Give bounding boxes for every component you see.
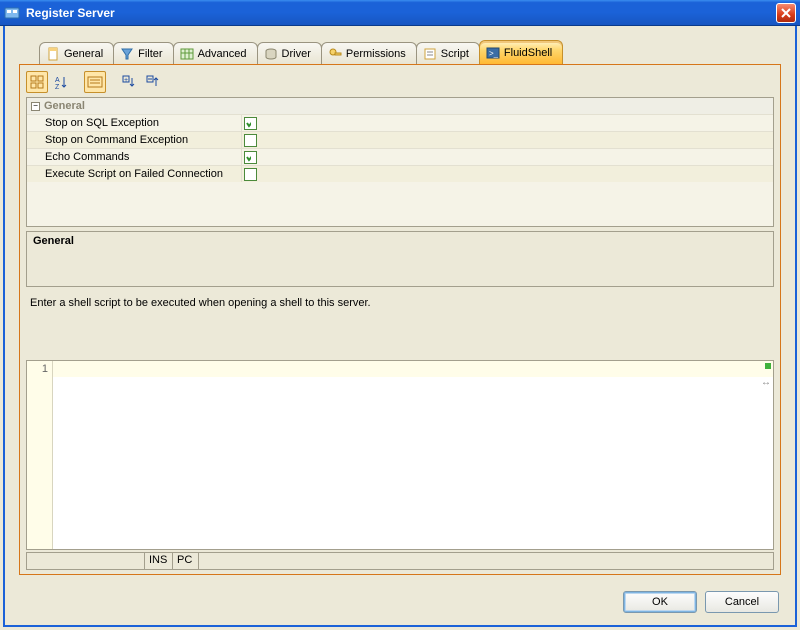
close-button[interactable] xyxy=(776,3,796,23)
tab-general[interactable]: General xyxy=(39,42,114,64)
property-label: Execute Script on Failed Connection xyxy=(27,168,241,180)
editor-statusbar: INS PC xyxy=(26,552,774,570)
collapse-all-button[interactable] xyxy=(142,71,164,93)
cancel-button[interactable]: Cancel xyxy=(705,591,779,613)
checkbox[interactable] xyxy=(244,168,257,181)
show-description-button[interactable] xyxy=(84,71,106,93)
title-bar: Register Server xyxy=(0,0,800,26)
collapse-toggle-icon[interactable]: − xyxy=(31,102,40,111)
sort-az-button[interactable]: AZ xyxy=(50,71,72,93)
svg-text:A: A xyxy=(55,77,60,84)
tab-label: Filter xyxy=(138,48,162,60)
property-row: Execute Script on Failed Connection xyxy=(27,165,773,182)
tab-content: AZ + − General Stop on SQL Exception xyxy=(19,64,781,575)
tab-label: FluidShell xyxy=(504,47,552,59)
status-position xyxy=(27,553,145,569)
button-label: Cancel xyxy=(725,596,759,608)
hint-text: Enter a shell script to be executed when… xyxy=(30,297,774,309)
tab-driver[interactable]: Driver xyxy=(257,42,322,64)
code-area[interactable]: ↔ xyxy=(53,361,773,549)
tab-label: General xyxy=(64,48,103,60)
dialog-buttons: OK Cancel xyxy=(623,591,779,613)
section-title: General xyxy=(44,100,85,112)
svg-text:Z: Z xyxy=(55,84,60,89)
tab-strip: General Filter Advanced Driver Permissio… xyxy=(5,26,795,64)
property-toolbar: AZ + xyxy=(20,65,780,97)
property-row: Echo Commands xyxy=(27,148,773,165)
app-icon xyxy=(4,5,20,21)
line-gutter: 1 xyxy=(27,361,53,549)
tab-advanced[interactable]: Advanced xyxy=(173,42,258,64)
tab-label: Driver xyxy=(282,48,311,60)
script-icon xyxy=(423,47,437,61)
tab-label: Script xyxy=(441,48,469,60)
tab-label: Advanced xyxy=(198,48,247,60)
checkbox[interactable] xyxy=(244,117,257,130)
property-label: Stop on SQL Exception xyxy=(27,117,241,129)
grid-icon xyxy=(180,47,194,61)
categorized-view-button[interactable] xyxy=(26,71,48,93)
window-title: Register Server xyxy=(26,6,776,20)
property-row: Stop on SQL Exception xyxy=(27,114,773,131)
status-spacer xyxy=(199,553,773,569)
checkbox[interactable] xyxy=(244,134,257,147)
property-grid: − General Stop on SQL Exception Stop on … xyxy=(26,97,774,227)
tab-label: Permissions xyxy=(346,48,406,60)
client-area: General Filter Advanced Driver Permissio… xyxy=(3,26,797,627)
database-icon xyxy=(264,47,278,61)
tab-permissions[interactable]: Permissions xyxy=(321,42,417,64)
status-encoding: PC xyxy=(173,553,199,569)
tab-filter[interactable]: Filter xyxy=(113,42,173,64)
property-section-header[interactable]: − General xyxy=(27,98,773,114)
current-line-highlight xyxy=(53,361,773,377)
ok-button[interactable]: OK xyxy=(623,591,697,613)
filter-icon xyxy=(120,47,134,61)
document-icon xyxy=(46,47,60,61)
property-label: Echo Commands xyxy=(27,151,241,163)
svg-text:+: + xyxy=(124,77,128,84)
margin-indicator-icon xyxy=(765,363,771,369)
key-icon xyxy=(328,47,342,61)
expand-all-button[interactable]: + xyxy=(118,71,140,93)
tab-script[interactable]: Script xyxy=(416,42,480,64)
button-label: OK xyxy=(652,596,668,608)
checkbox[interactable] xyxy=(244,151,257,164)
svg-text:>_: >_ xyxy=(489,49,499,58)
script-editor[interactable]: 1 ↔ xyxy=(26,360,774,550)
wrap-indicator-icon: ↔ xyxy=(761,377,771,388)
property-label: Stop on Command Exception xyxy=(27,134,241,146)
description-title: General xyxy=(33,235,74,247)
status-insert-mode: INS xyxy=(145,553,173,569)
property-row: Stop on Command Exception xyxy=(27,131,773,148)
description-panel: General xyxy=(26,231,774,287)
shell-icon: >_ xyxy=(486,46,500,60)
tab-fluidshell[interactable]: >_ FluidShell xyxy=(479,40,563,64)
line-number: 1 xyxy=(27,363,48,375)
